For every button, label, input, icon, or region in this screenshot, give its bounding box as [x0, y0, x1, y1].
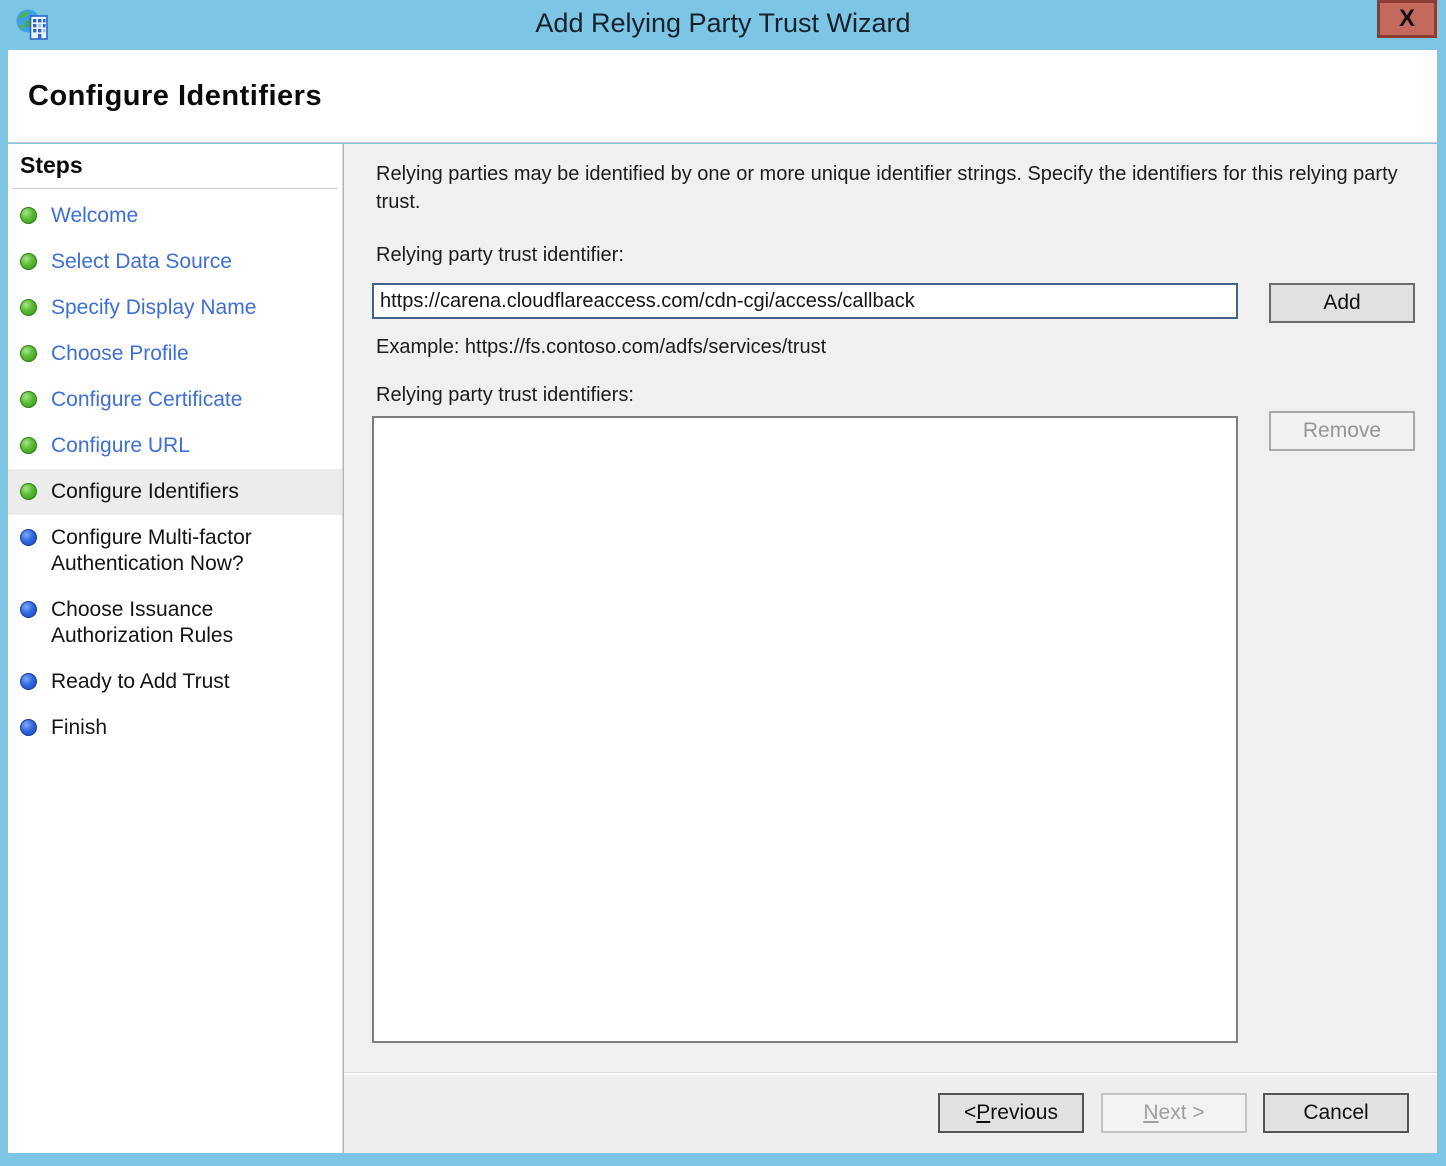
step-current-icon: [20, 483, 37, 500]
close-icon: X: [1399, 5, 1415, 33]
main-panel: Relying parties may be identified by one…: [344, 144, 1437, 1073]
step-item-choose-profile[interactable]: Choose Profile: [8, 331, 342, 377]
step-pending-icon: [20, 673, 37, 690]
step-pending-icon: [20, 719, 37, 736]
step-completed-icon: [20, 253, 37, 270]
footer-bar: < Previous Next > Cancel: [344, 1073, 1437, 1153]
step-completed-icon: [20, 345, 37, 362]
identifiers-listbox[interactable]: [372, 416, 1238, 1043]
step-completed-icon: [20, 207, 37, 224]
step-item-welcome[interactable]: Welcome: [8, 193, 342, 239]
steps-separator: [12, 188, 338, 189]
add-button[interactable]: Add: [1269, 283, 1415, 323]
previous-button[interactable]: < Previous: [938, 1093, 1084, 1133]
identifier-input[interactable]: [372, 283, 1238, 319]
step-pending-icon: [20, 529, 37, 546]
steps-heading: Steps: [8, 144, 342, 179]
step-item-configure-identifiers: Configure Identifiers: [8, 469, 342, 515]
window-title: Add Relying Party Trust Wizard: [0, 8, 1446, 39]
step-item-specify-display-name[interactable]: Specify Display Name: [8, 285, 342, 331]
close-button[interactable]: X: [1377, 0, 1437, 38]
steps-list: Welcome Select Data Source Specify Displ…: [8, 193, 342, 751]
page-header: Configure Identifiers: [8, 50, 1437, 143]
intro-text: Relying parties may be identified by one…: [376, 160, 1421, 216]
step-item-configure-multi-factor: Configure Multi-factor Authentication No…: [8, 515, 342, 587]
identifier-field-label: Relying party trust identifier:: [376, 244, 624, 267]
example-text: Example: https://fs.contoso.com/adfs/ser…: [376, 336, 826, 359]
identifiers-list-label: Relying party trust identifiers:: [376, 384, 634, 407]
step-completed-icon: [20, 437, 37, 454]
cancel-button[interactable]: Cancel: [1263, 1093, 1409, 1133]
step-item-configure-url[interactable]: Configure URL: [8, 423, 342, 469]
next-button[interactable]: Next >: [1101, 1093, 1247, 1133]
step-completed-icon: [20, 299, 37, 316]
step-item-select-data-source[interactable]: Select Data Source: [8, 239, 342, 285]
step-item-finish: Finish: [8, 705, 342, 751]
step-item-choose-issuance-rules: Choose Issuance Authorization Rules: [8, 587, 342, 659]
remove-button[interactable]: Remove: [1269, 411, 1415, 451]
step-item-ready-to-add-trust: Ready to Add Trust: [8, 659, 342, 705]
steps-sidebar: Steps Welcome Select Data Source Specify…: [8, 144, 343, 1153]
step-pending-icon: [20, 601, 37, 618]
step-completed-icon: [20, 391, 37, 408]
titlebar: Add Relying Party Trust Wizard X: [0, 0, 1446, 50]
page-title: Configure Identifiers: [8, 80, 322, 113]
step-item-configure-certificate[interactable]: Configure Certificate: [8, 377, 342, 423]
